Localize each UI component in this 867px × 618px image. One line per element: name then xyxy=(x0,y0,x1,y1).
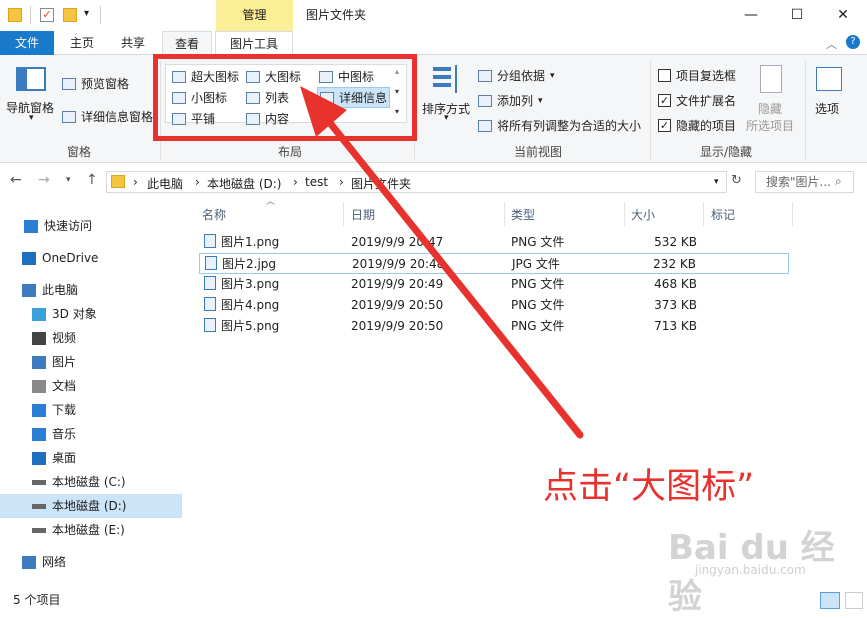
callout-text: 点击“大图标” xyxy=(543,467,755,507)
baidu-watermark-url: jingyan.baidu.com xyxy=(695,563,806,577)
